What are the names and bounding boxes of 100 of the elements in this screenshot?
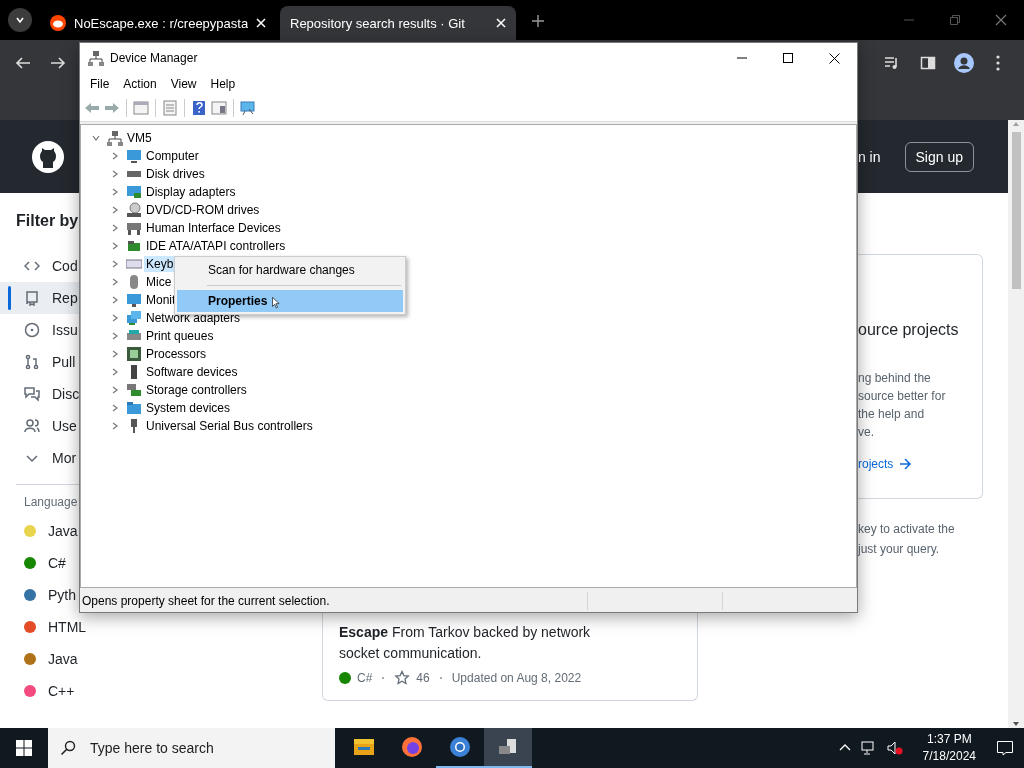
- tree-item[interactable]: Network adapters: [81, 309, 243, 327]
- language-filter-item[interactable]: HTML: [0, 611, 87, 643]
- taskbar-search-field[interactable]: Type here to search: [88, 739, 322, 757]
- tree-item[interactable]: Disk drives: [81, 165, 207, 183]
- tree-item[interactable]: Monit: [81, 291, 178, 309]
- back-arrow-icon: [15, 55, 31, 71]
- repo-icon: [24, 290, 40, 306]
- language-filter-item[interactable]: C++: [0, 675, 75, 707]
- sign-up-button[interactable]: Sign up: [904, 141, 974, 172]
- close-icon: [995, 14, 1007, 26]
- repo-description: Escape From Tarkov backed by network socket communication.: [339, 623, 592, 663]
- tree-item[interactable]: Mice: [81, 273, 174, 291]
- filter-nav-item[interactable]: Mor: [0, 442, 80, 474]
- filter-heading: Filter by: [16, 212, 80, 230]
- context-menu-item[interactable]: Properties: [177, 290, 403, 312]
- chevron-down-icon: [92, 134, 100, 142]
- menu-item[interactable]: File: [83, 77, 117, 91]
- chevron-right-icon: [111, 368, 119, 376]
- network-icon: [860, 740, 877, 756]
- chevron-right-icon: [111, 206, 119, 214]
- scroll-thumb[interactable]: [1011, 132, 1021, 289]
- chevron-right-icon: [111, 422, 119, 430]
- chevron-right-icon: [111, 170, 119, 178]
- language-name: Pyth: [48, 587, 76, 603]
- chevron-right-icon: [111, 224, 119, 232]
- tree-item-label: Processors: [145, 346, 208, 362]
- tree-item[interactable]: Print queues: [81, 327, 216, 345]
- menu-item[interactable]: Help: [203, 77, 243, 91]
- chevron-down-icon: [15, 15, 25, 25]
- tree-item[interactable]: Universal Serial Bus controllers: [81, 417, 315, 435]
- filter-nav-item[interactable]: Disc: [0, 378, 80, 410]
- forward-arrow-icon: [104, 100, 120, 116]
- profile-button[interactable]: [953, 52, 975, 74]
- tree-item[interactable]: IDE ATA/ATAPI controllers: [81, 237, 288, 255]
- side-panel-icon: [920, 55, 936, 71]
- arrow-right-icon: [899, 458, 912, 470]
- tree-item-label: VM5: [126, 130, 153, 146]
- chevron-right-icon: [111, 404, 119, 412]
- tree-item-label: DVD/CD-ROM drives: [145, 202, 261, 218]
- context-menu-item[interactable]: Scan for hardware changes: [177, 259, 403, 281]
- tree-item-label: Monit: [145, 292, 177, 308]
- tree-item[interactable]: DVD/CD-ROM drives: [81, 201, 262, 219]
- scrollbar[interactable]: [1008, 120, 1024, 728]
- status-text: Opens property sheet for the current selection.: [81, 594, 331, 608]
- tree-item[interactable]: VM5: [81, 129, 154, 147]
- controller-icon: [126, 238, 142, 254]
- browser-tab[interactable]: Repository search results · Git: [280, 6, 516, 40]
- chevron-right-icon: [111, 332, 119, 340]
- promo-link[interactable]: rojects: [858, 457, 982, 471]
- tree-item-label: Disk drives: [145, 166, 206, 182]
- language-filter-item[interactable]: Java: [0, 515, 78, 547]
- tree-item[interactable]: System devices: [81, 399, 233, 417]
- language-filter-item[interactable]: Java: [0, 643, 78, 675]
- chevron-right-icon: [111, 242, 119, 250]
- tab-title: NoEscape.exe : r/creepypasta: [74, 15, 248, 31]
- tree-item-label: System devices: [145, 400, 232, 416]
- windows-logo-icon: [16, 740, 32, 756]
- language-name: C++: [48, 683, 75, 699]
- folder-icon: [126, 400, 142, 416]
- filter-nav-item[interactable]: Use: [0, 410, 80, 442]
- tree-item-label: Mice: [145, 274, 173, 290]
- tree-item-label: Human Interface Devices: [145, 220, 282, 236]
- language-filter-item[interactable]: C#: [0, 547, 66, 579]
- language-name: Java: [48, 651, 78, 667]
- menu-item[interactable]: View: [163, 77, 204, 91]
- tree-item[interactable]: Human Interface Devices: [81, 219, 283, 237]
- search-icon: [60, 740, 76, 756]
- tree-item[interactable]: Storage controllers: [81, 381, 249, 399]
- chevron-right-icon: [111, 188, 119, 196]
- drive-icon: [126, 171, 142, 177]
- filter-nav-item[interactable]: Rep: [0, 282, 80, 314]
- disc-drive-icon: [126, 202, 142, 218]
- pull-request-icon: [24, 354, 40, 370]
- tree-item[interactable]: Keyb: [81, 255, 176, 273]
- more-vertical-icon: [996, 55, 1000, 71]
- filter-nav-item[interactable]: Cod: [0, 250, 80, 282]
- tree-item[interactable]: Software devices: [81, 363, 240, 381]
- updated-date: Updated on Aug 8, 2022: [451, 671, 582, 685]
- network-icon: [126, 310, 142, 326]
- tree-item[interactable]: Processors: [81, 345, 209, 363]
- close-icon: [256, 18, 266, 28]
- language-filter-item[interactable]: Pyth: [0, 579, 76, 611]
- tree-item[interactable]: Computer: [81, 147, 201, 165]
- sign-in-link[interactable]: n in: [857, 148, 881, 165]
- properties-icon: [133, 100, 149, 116]
- filter-nav-item[interactable]: Pull: [0, 346, 80, 378]
- help-icon: [191, 100, 207, 116]
- filter-nav-item[interactable]: Issu: [0, 314, 80, 346]
- taskbar-clock[interactable]: 1:37 PM 7/18/2024: [922, 731, 976, 765]
- browser-tab[interactable]: NoEscape.exe : r/creepypasta: [40, 6, 276, 40]
- close-icon: [828, 52, 840, 64]
- language-name: Java: [48, 523, 78, 539]
- taskbar-app-button[interactable]: [484, 728, 532, 768]
- computer-tree-icon: [88, 50, 104, 66]
- tree-item[interactable]: Display adapters: [81, 183, 238, 201]
- window-icon: [211, 100, 227, 116]
- tab-list-button[interactable]: [8, 8, 32, 32]
- taskbar-search-box[interactable]: Type here to search: [48, 728, 335, 768]
- menu-item[interactable]: Action: [116, 77, 164, 91]
- tree-item-label: IDE ATA/ATAPI controllers: [145, 238, 287, 254]
